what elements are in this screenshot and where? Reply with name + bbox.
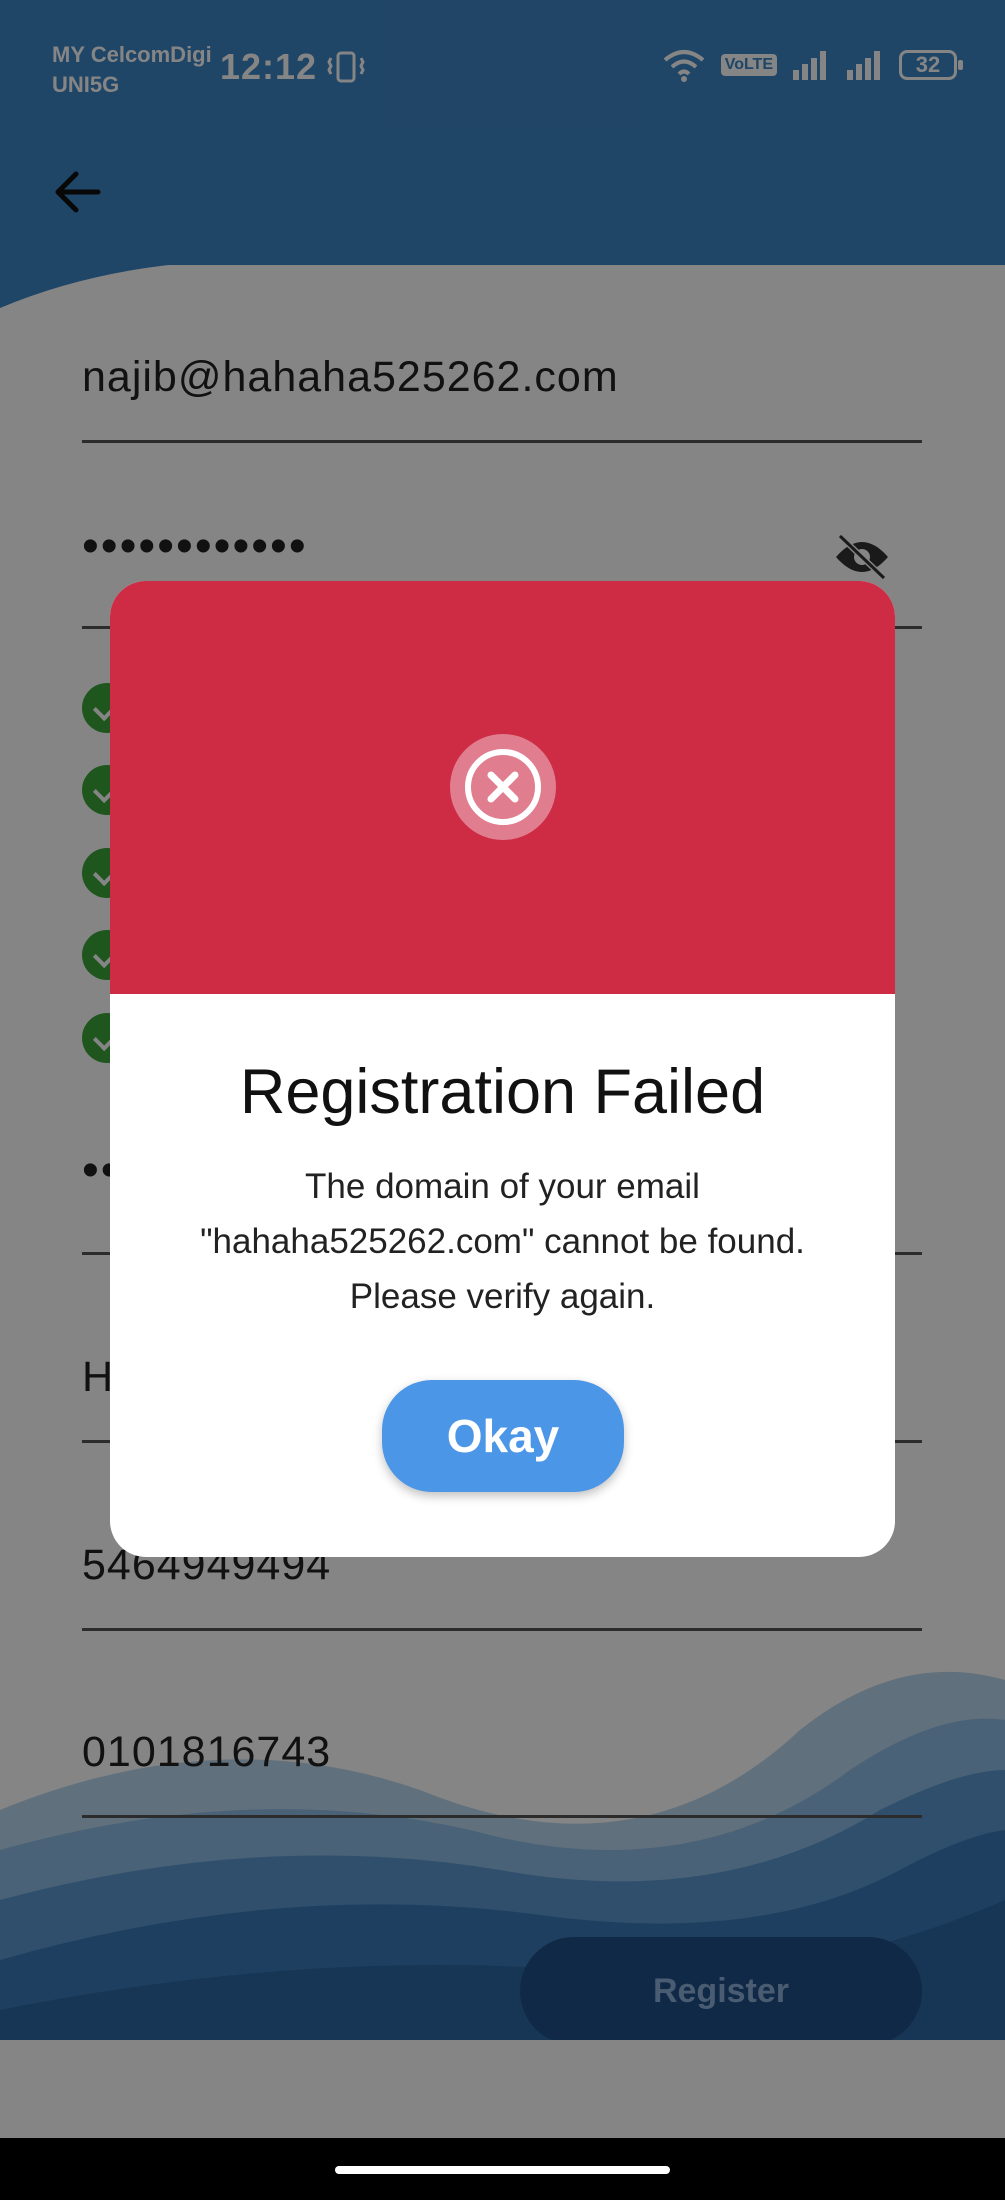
home-indicator[interactable] [335,2166,670,2174]
dialog-header [110,581,895,994]
okay-button[interactable]: Okay [382,1380,624,1492]
error-dialog: Registration Failed The domain of your e… [110,581,895,1557]
system-nav-bar [0,2138,1005,2200]
dialog-title: Registration Failed [239,1057,766,1127]
error-circle-x-icon [450,734,556,840]
dialog-message: The domain of your email "hahaha525262.c… [200,1167,805,1316]
